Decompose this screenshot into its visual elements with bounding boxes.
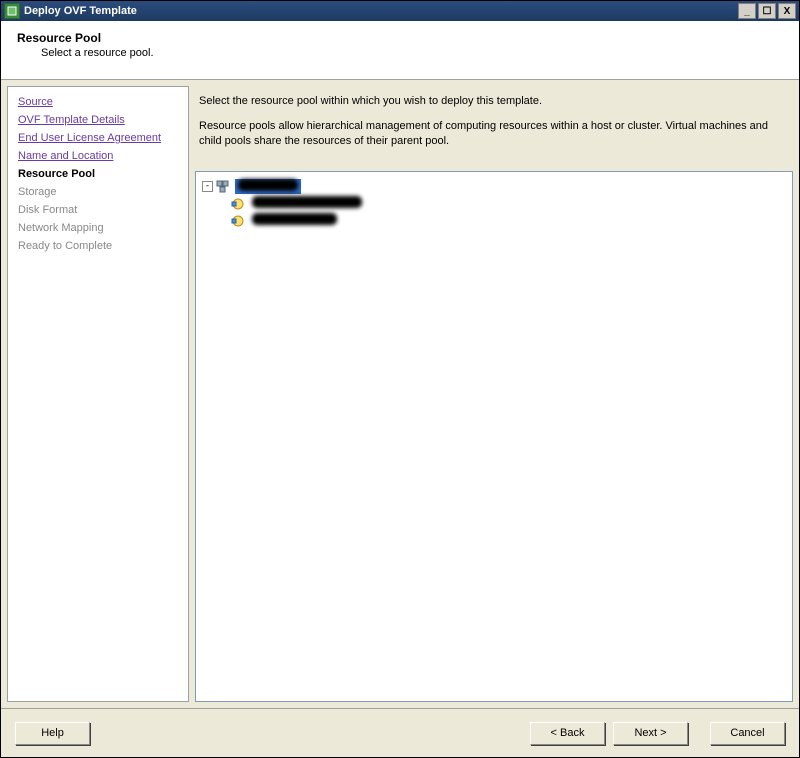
step-ovf-details[interactable]: OVF Template Details: [18, 113, 188, 128]
resource-pool-icon: [230, 213, 246, 229]
resource-pool-tree[interactable]: -: [195, 171, 793, 702]
cancel-button[interactable]: Cancel: [710, 722, 785, 745]
help-button[interactable]: Help: [15, 722, 90, 745]
tree-child-row[interactable]: [230, 212, 786, 229]
description-area: Select the resource pool within which yo…: [195, 86, 793, 171]
tree-root-label[interactable]: [235, 179, 301, 194]
deploy-ovf-window: Deploy OVF Template _ ☐ X Resource Pool …: [0, 0, 800, 758]
step-storage: Storage: [18, 185, 188, 200]
next-button[interactable]: Next >: [613, 722, 688, 745]
step-ready-complete: Ready to Complete: [18, 239, 188, 254]
content-area: Source OVF Template Details End User Lic…: [1, 80, 799, 708]
step-disk-format: Disk Format: [18, 203, 188, 218]
page-subtitle: Select a resource pool.: [41, 47, 783, 59]
main-panel: Select the resource pool within which yo…: [195, 86, 793, 702]
tree-child-label[interactable]: [249, 196, 365, 211]
wizard-footer: Help < Back Next > Cancel: [1, 708, 799, 757]
resource-pool-icon: [230, 196, 246, 212]
step-resource-pool: Resource Pool: [18, 167, 188, 182]
expander-icon[interactable]: -: [202, 181, 213, 192]
tree-root-row[interactable]: -: [202, 178, 786, 195]
step-network-mapping: Network Mapping: [18, 221, 188, 236]
window-title: Deploy OVF Template: [24, 5, 738, 17]
app-icon: [4, 3, 20, 19]
step-eula[interactable]: End User License Agreement: [18, 131, 188, 146]
back-button[interactable]: < Back: [530, 722, 605, 745]
tree-child-label[interactable]: [249, 213, 340, 228]
wizard-steps-sidebar: Source OVF Template Details End User Lic…: [7, 86, 189, 702]
minimize-button[interactable]: _: [738, 3, 756, 19]
maximize-button[interactable]: ☐: [758, 3, 776, 19]
titlebar: Deploy OVF Template _ ☐ X: [1, 1, 799, 21]
tree-child-row[interactable]: [230, 195, 786, 212]
wizard-header: Resource Pool Select a resource pool.: [1, 21, 799, 80]
intro-text: Select the resource pool within which yo…: [199, 94, 789, 109]
description-text: Resource pools allow hierarchical manage…: [199, 119, 789, 149]
step-source[interactable]: Source: [18, 95, 188, 110]
cluster-icon: [216, 179, 232, 195]
page-title: Resource Pool: [17, 31, 783, 45]
step-name-location[interactable]: Name and Location: [18, 149, 188, 164]
close-button[interactable]: X: [778, 3, 796, 19]
